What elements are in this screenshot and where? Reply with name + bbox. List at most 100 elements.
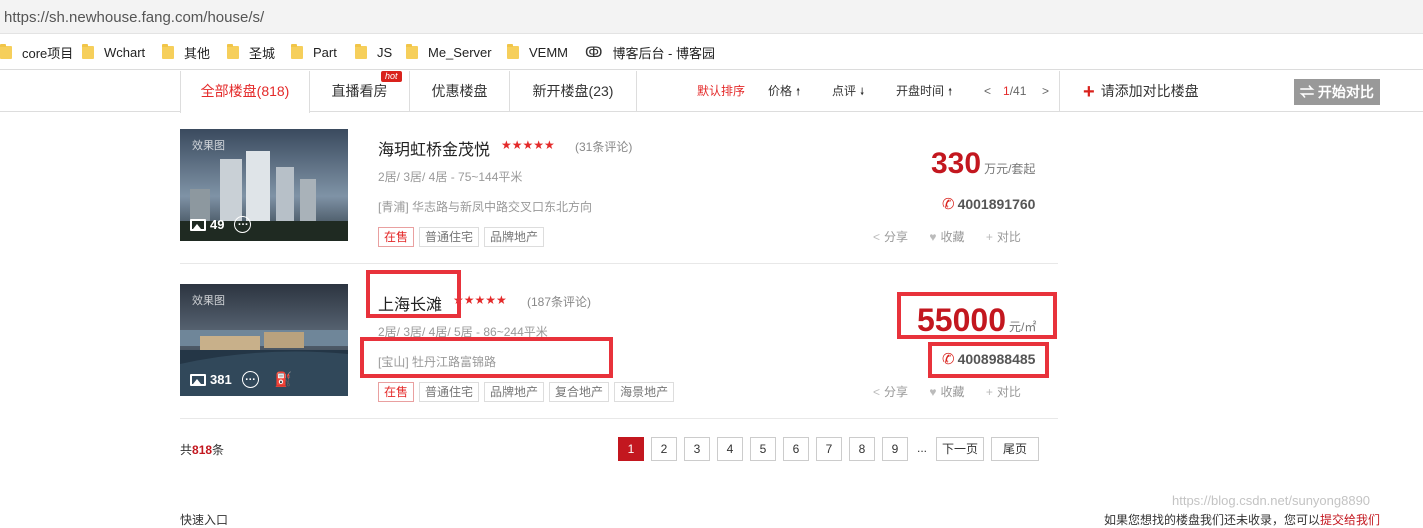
tab-discount-properties[interactable]: 优惠楼盘 (410, 71, 510, 112)
page-button[interactable]: 1 (618, 437, 644, 461)
page-button[interactable]: 6 (783, 437, 809, 461)
annotation-box-phone (928, 342, 1049, 378)
bookmark-core[interactable]: core项目 (0, 43, 73, 61)
mini-page-indicator: 1/41 (1003, 84, 1027, 98)
heart-icon: ♥ (929, 385, 937, 399)
page-button[interactable]: 3 (684, 437, 710, 461)
bookmark-wchart[interactable]: Wchart (82, 43, 145, 60)
annotation-box-name (366, 270, 461, 318)
tab-new-openings[interactable]: 新开楼盘(23) (510, 71, 637, 112)
total-count: 共818条 (180, 443, 225, 457)
page-button[interactable]: 8 (849, 437, 875, 461)
last-page-button[interactable]: 尾页 (991, 437, 1039, 461)
listing-actions: < 分享 ♥ 收藏 + 对比 (855, 228, 1021, 245)
tag: 品牌地产 (484, 227, 545, 247)
bookmark-part[interactable]: Part (291, 43, 337, 60)
bookmark-me-server[interactable]: Me_Server (406, 43, 492, 60)
address[interactable]: [青浦] 华志路与新凤中路交叉口东北方向 (378, 198, 592, 215)
compare-button[interactable]: + 对比 (986, 230, 1021, 244)
folder-icon (162, 43, 174, 59)
tag: 普通住宅 (419, 382, 480, 402)
sort-open-time[interactable]: 开盘时间 🠕 (896, 71, 952, 112)
property-photo[interactable]: 效果图 381 … ⛽ (180, 284, 348, 396)
share-icon: < (873, 385, 881, 399)
property-photo[interactable]: 效果图 49 … (180, 129, 348, 241)
sort-rating[interactable]: 点评 🠗 (832, 71, 864, 112)
chat-icon[interactable]: … (234, 216, 252, 233)
address-bar[interactable]: https://sh.newhouse.fang.com/house/s/ (0, 0, 1423, 34)
folder-icon (507, 43, 519, 59)
page-ellipsis: ... (916, 441, 927, 455)
tag: 复合地产 (549, 382, 610, 402)
price-unit: 万元/套起 (984, 162, 1036, 176)
chat-icon[interactable]: … (241, 371, 259, 388)
mini-next-button[interactable]: > (1042, 71, 1049, 112)
share-button[interactable]: < 分享 (873, 385, 908, 399)
room-types: 2居/ 3居/ 4居 - 75~144平米 (378, 170, 523, 184)
phone-icon: ✆ (942, 196, 955, 213)
folder-icon (0, 43, 12, 59)
add-compare-link[interactable]: + 请添加对比楼盘 (1083, 71, 1199, 112)
bookmark-js[interactable]: JS (355, 43, 392, 60)
property-name[interactable]: 海玥虹桥金茂悦 (378, 136, 490, 160)
divider (1059, 71, 1060, 112)
status-badge: 在售 (378, 227, 415, 247)
tag: 普通住宅 (419, 227, 480, 247)
page-button[interactable]: 2 (651, 437, 677, 461)
page-button[interactable]: 4 (717, 437, 743, 461)
phone-number[interactable]: ✆ 4001891760 (942, 195, 1035, 213)
arrow-down-icon: 🠗 (860, 87, 865, 98)
next-page-button[interactable]: 下一页 (936, 437, 984, 461)
tab-all-properties[interactable]: 全部楼盘(818) (180, 71, 310, 113)
tag: 品牌地产 (484, 382, 545, 402)
bookmark-cnblogs[interactable]: ↂ 博客后台 - 博客园 (585, 43, 715, 61)
vr-icon[interactable]: ⛽ (275, 371, 292, 388)
plus-icon: + (985, 385, 993, 399)
folder-icon (291, 43, 303, 59)
tag-list: 在售 普通住宅 品牌地产 复合地产 海景地产 (378, 382, 679, 402)
photo-meta: 381 … ⛽ (190, 371, 292, 388)
folder-icon (82, 43, 94, 59)
cnblogs-icon: ↂ (585, 43, 603, 60)
price: 330 万元/套起 (931, 147, 1036, 180)
tag-list: 在售 普通住宅 品牌地产 (378, 227, 549, 247)
plus-icon: + (985, 230, 993, 244)
bookmark-other[interactable]: 其他 (162, 43, 210, 61)
review-count-link[interactable]: (187条评论) (527, 293, 591, 310)
rating-stars: ★★★★★ (453, 293, 507, 307)
photo-count: 49 (210, 217, 225, 232)
sort-default[interactable]: 默认排序 (697, 71, 745, 112)
favorite-button[interactable]: ♥ 收藏 (929, 230, 964, 244)
bookmarks-bar: core项目 Wchart 其他 圣城 Part JS Me_Server VE… (0, 34, 1423, 70)
favorite-button[interactable]: ♥ 收藏 (929, 385, 964, 399)
rating-stars: ★★★★★ (501, 138, 555, 152)
annotation-box-address (360, 337, 613, 378)
listing-item: 效果图 49 … 海玥虹桥金茂悦 ★★★★★ (31条评论) 2居/ 3居/ 4… (180, 129, 1058, 264)
share-button[interactable]: < 分享 (873, 230, 908, 244)
url-text[interactable]: https://sh.newhouse.fang.com/house/s/ (4, 9, 264, 26)
plus-icon: + (1083, 81, 1095, 103)
review-count-link[interactable]: (31条评论) (575, 138, 632, 155)
folder-icon (227, 43, 239, 59)
filter-tab-bar: 全部楼盘(818) 直播看房 hot 优惠楼盘 新开楼盘(23) 默认排序 价格… (0, 71, 1423, 113)
hot-badge: hot (381, 71, 402, 82)
folder-icon (355, 43, 367, 59)
submit-link[interactable]: 提交给我们 (1320, 513, 1380, 527)
share-icon: < (873, 230, 881, 244)
picture-icon (190, 218, 206, 231)
sort-price[interactable]: 价格 🠕 (768, 71, 800, 112)
bookmark-vemm[interactable]: VEMM (507, 43, 568, 60)
page-button[interactable]: 9 (882, 437, 908, 461)
pagination: 1 2 3 4 5 6 7 8 9 ... 下一页 尾页 (618, 437, 1046, 461)
mini-prev-button[interactable]: < (984, 71, 991, 112)
page-button[interactable]: 5 (750, 437, 776, 461)
bookmark-shengcheng[interactable]: 圣城 (227, 43, 275, 61)
arrow-up-icon: 🠕 (948, 87, 953, 98)
page-button[interactable]: 7 (816, 437, 842, 461)
photo-meta: 49 … (190, 216, 252, 233)
compare-button[interactable]: + 对比 (986, 385, 1021, 399)
picture-icon (190, 373, 206, 386)
folder-icon (406, 43, 418, 59)
start-compare-button[interactable]: ⇌ 开始对比 (1294, 79, 1380, 105)
watermark: https://blog.csdn.net/sunyong8890 (1172, 493, 1371, 508)
